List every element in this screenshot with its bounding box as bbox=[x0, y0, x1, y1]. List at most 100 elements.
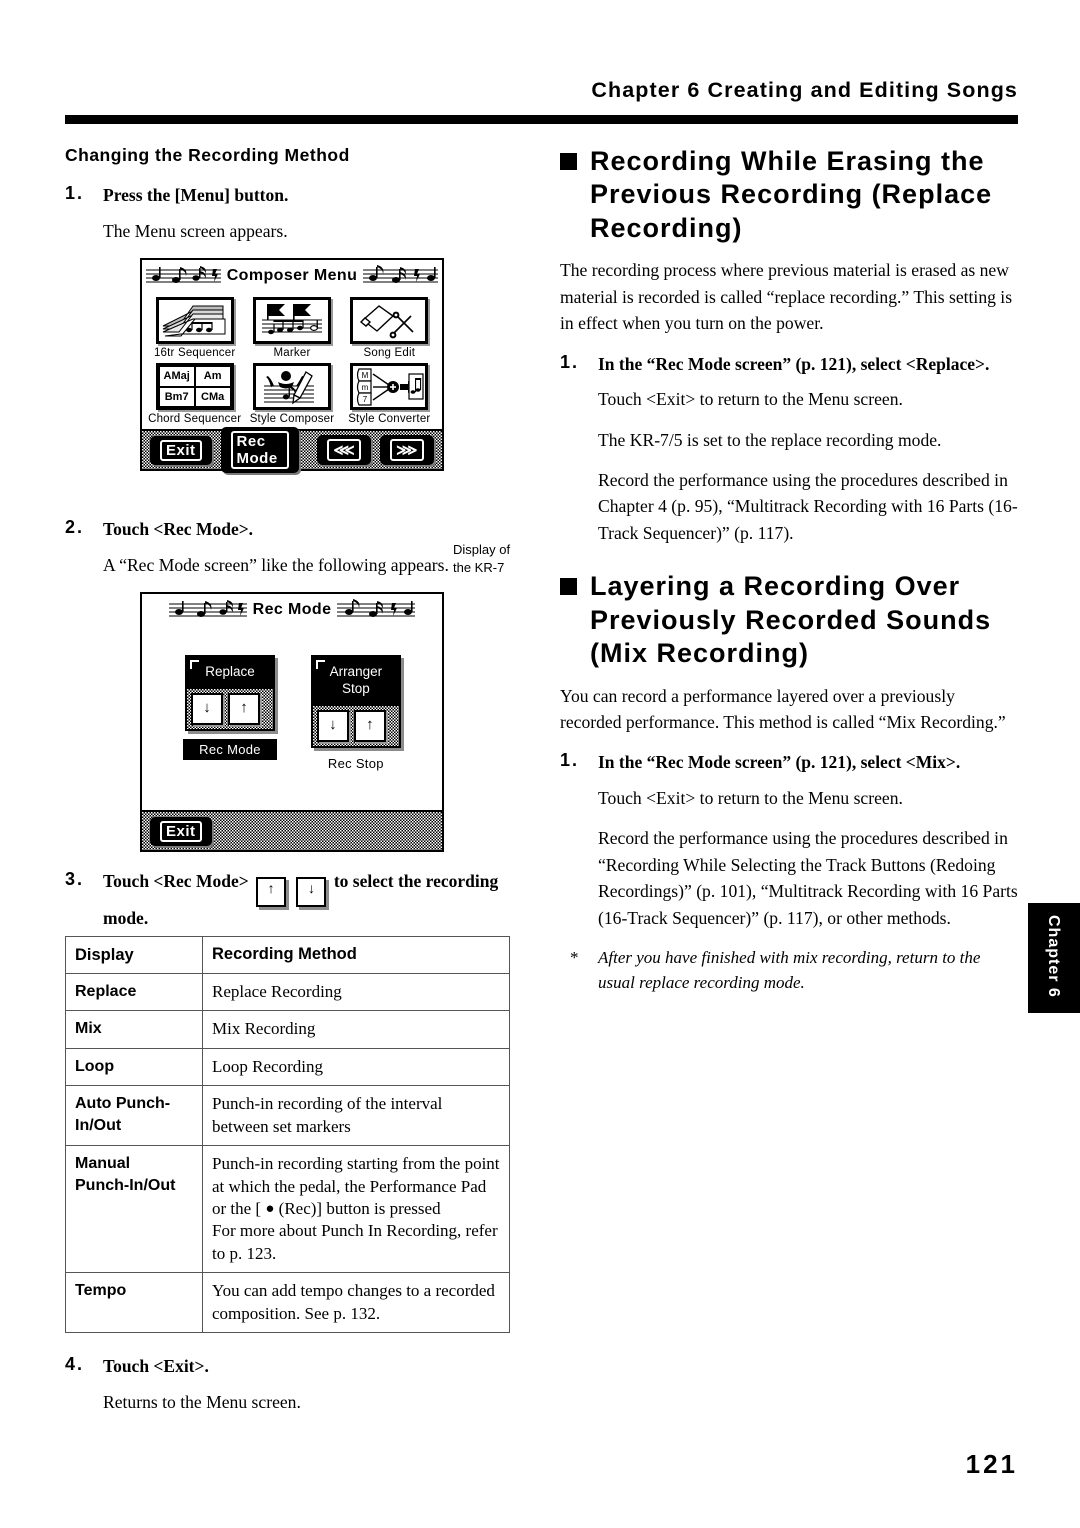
page-number: 121 bbox=[965, 1449, 1018, 1479]
chord-cell: Am bbox=[194, 366, 231, 387]
chord-grid-icon: AMaj Am Bm7 CMa bbox=[155, 363, 234, 411]
menu-item-song-edit[interactable]: Song Edit bbox=[341, 297, 438, 359]
mix-step-1-title: In the “Rec Mode screen” (p. 121), selec… bbox=[598, 752, 961, 773]
footnote-text: After you have finished with mix recordi… bbox=[598, 947, 981, 993]
composer-menu-title: Composer Menu bbox=[226, 266, 358, 284]
step-2: 2. Touch <Rec Mode>. bbox=[65, 517, 520, 542]
replace-step-1-body-2: The KR-7/5 is set to the replace recordi… bbox=[598, 429, 942, 450]
exit-button-label: Exit bbox=[160, 439, 202, 461]
step-3-number: 3. bbox=[65, 869, 85, 890]
rec-mode-button[interactable]: Rec Mode bbox=[220, 427, 300, 474]
staff-notes-left-icon bbox=[145, 265, 221, 283]
table-cell-method: Loop Recording bbox=[202, 1047, 510, 1087]
rec-mode-title: Rec Mode bbox=[252, 600, 332, 618]
step-2-body: A “Rec Mode screen” like the following a… bbox=[103, 554, 449, 575]
square-bullet-icon bbox=[560, 578, 577, 596]
square-bullet-icon bbox=[560, 153, 577, 170]
replace-step-1: 1. In the “Rec Mode screen” (p. 121), se… bbox=[560, 351, 1018, 377]
table-cell-display: Tempo bbox=[65, 1272, 203, 1334]
svg-text:M: M bbox=[362, 371, 369, 380]
rec-mode-button-bar: Exit bbox=[142, 810, 442, 851]
recording-method-table: Display Recording Method Replace Replace… bbox=[65, 935, 510, 1334]
step-4-title: Touch <Exit>. bbox=[103, 1356, 209, 1377]
rec-mode-exit-label: Exit bbox=[160, 820, 202, 842]
menu-item-marker[interactable]: Marker bbox=[243, 297, 340, 359]
table-cell-method: You can add tempo changes to a recorded … bbox=[202, 1272, 510, 1334]
composer-menu-screen[interactable]: Composer Menu 16tr Sequencer Marker Song… bbox=[140, 258, 444, 474]
rec-mode-down-button[interactable]: ↓ bbox=[191, 692, 223, 725]
table-cell-display: Replace bbox=[65, 972, 203, 1012]
chapter-tab-label: Chapter 6 bbox=[1045, 915, 1062, 998]
menu-item-chord-sequencer[interactable]: AMaj Am Bm7 CMa Chord Sequencer bbox=[146, 363, 243, 425]
prev-page-button[interactable]: ⋘ bbox=[317, 435, 372, 466]
rec-mode-button-label: Rec Mode bbox=[230, 431, 290, 470]
down-arrow-key-icon[interactable]: ↓ bbox=[296, 877, 327, 908]
menu-item-label: Chord Sequencer bbox=[148, 413, 242, 426]
rec-mode-value: Replace bbox=[187, 657, 273, 689]
menu-item-style-composer[interactable]: Style Composer bbox=[243, 363, 340, 425]
menu-item-style-converter[interactable]: Mm 7 Style Converter bbox=[341, 363, 438, 425]
mix-step-1-body-2: Record the performance using the procedu… bbox=[598, 828, 1018, 928]
header-rule bbox=[65, 115, 1018, 124]
chapter-tab: Chapter 6 bbox=[1028, 903, 1080, 1013]
glue-scissors-icon bbox=[350, 297, 429, 345]
next-page-button[interactable]: ⋙ bbox=[380, 435, 434, 466]
right-column: Recording While Erasing the Previous Rec… bbox=[560, 145, 1018, 996]
table-cell-method: Mix Recording bbox=[202, 1010, 510, 1049]
rec-stop-arrows: ↓ ↑ bbox=[312, 705, 399, 746]
kr7-display-caption: Display of the KR-7 bbox=[453, 542, 511, 575]
menu-item-label: Marker bbox=[273, 347, 311, 360]
step-3-title-a: Touch <Rec Mode> bbox=[103, 871, 249, 892]
menu-item-label: Style Converter bbox=[348, 413, 431, 426]
step-3: 3. Touch <Rec Mode> ↑ ↓ to select the re… bbox=[65, 869, 520, 931]
mix-step-1-body-1: Touch <Exit> to return to the Menu scree… bbox=[598, 787, 903, 808]
mix-recording-footnote: * After you have finished with mix recor… bbox=[560, 945, 1018, 996]
rec-stop-selector[interactable]: Arranger Stop ↓ ↑ bbox=[310, 655, 401, 748]
exit-button[interactable]: Exit bbox=[150, 435, 212, 465]
rec-mode-panel-label: Rec Mode bbox=[183, 738, 277, 760]
svg-text:m: m bbox=[362, 383, 369, 392]
table-cell-method: Replace Recording bbox=[202, 972, 510, 1012]
style-converter-icon: Mm 7 bbox=[350, 363, 429, 411]
rec-mode-panels: Replace ↓ ↑ Rec Mode Arranger Stop ↓ ↑ R… bbox=[142, 625, 442, 771]
section-heading: Changing the Recording Method bbox=[65, 145, 350, 165]
staff-notes-right-icon bbox=[363, 264, 439, 283]
step-4-number: 4. bbox=[65, 1354, 85, 1375]
heading-mix-recording: Layering a Recording Over Previously Rec… bbox=[560, 570, 1018, 670]
composer-menu-icon-grid-2: AMaj Am Bm7 CMa Chord Sequencer Style Co… bbox=[142, 361, 442, 429]
up-arrow-key-icon[interactable]: ↑ bbox=[256, 877, 287, 908]
step-2-number: 2. bbox=[65, 517, 85, 538]
rec-stop-panel-label: Rec Stop bbox=[327, 755, 384, 771]
rec-mode-screen[interactable]: Rec Mode Replace ↓ ↑ Rec Mode Arranger S… bbox=[140, 592, 444, 853]
table-row: Loop Loop Recording bbox=[65, 1047, 510, 1087]
rec-mode-exit-button[interactable]: Exit bbox=[150, 816, 212, 846]
rec-stop-value: Arranger Stop bbox=[312, 657, 399, 706]
rec-stop-up-button[interactable]: ↑ bbox=[353, 709, 386, 742]
composer-menu-titlebar: Composer Menu bbox=[142, 260, 442, 291]
table-cell-display: Auto Punch- In/Out bbox=[65, 1085, 203, 1147]
left-column: Changing the Recording Method 1. Press t… bbox=[65, 145, 520, 1429]
menu-item-16tr-sequencer[interactable]: 16tr Sequencer bbox=[146, 297, 243, 359]
svg-text:7: 7 bbox=[363, 395, 368, 404]
menu-item-label: 16tr Sequencer bbox=[153, 347, 236, 360]
step-1-title: Press the [Menu] button. bbox=[103, 185, 289, 205]
marker-flags-icon bbox=[252, 297, 331, 345]
step-4-body: Returns to the Menu screen. bbox=[103, 1391, 301, 1412]
chevron-left-icon: ⋘ bbox=[327, 439, 362, 462]
step-1-body: The Menu screen appears. bbox=[103, 220, 288, 241]
paragraph-replace-recording: The recording process where previous mat… bbox=[560, 260, 1013, 334]
replace-step-1-number: 1. bbox=[560, 351, 580, 372]
style-composer-icon bbox=[252, 363, 331, 411]
rec-mode-selector[interactable]: Replace ↓ ↑ bbox=[185, 655, 275, 731]
table-cell-display: Manual Punch-In/Out bbox=[65, 1145, 203, 1274]
staff-notes-right-icon bbox=[337, 598, 416, 617]
chord-cell: CMa bbox=[194, 386, 231, 408]
rec-mode-up-button[interactable]: ↑ bbox=[228, 692, 260, 725]
table-row: Tempo You can add tempo changes to a rec… bbox=[65, 1272, 510, 1334]
table-cell-display: Mix bbox=[65, 1010, 203, 1049]
heading-replace-recording: Recording While Erasing the Previous Rec… bbox=[560, 145, 1018, 245]
rec-stop-down-button[interactable]: ↓ bbox=[316, 709, 349, 742]
composer-menu-icon-grid: 16tr Sequencer Marker Song Edit bbox=[142, 291, 442, 361]
table-row: Mix Mix Recording bbox=[65, 1010, 510, 1049]
chord-cell: AMaj bbox=[158, 366, 195, 387]
